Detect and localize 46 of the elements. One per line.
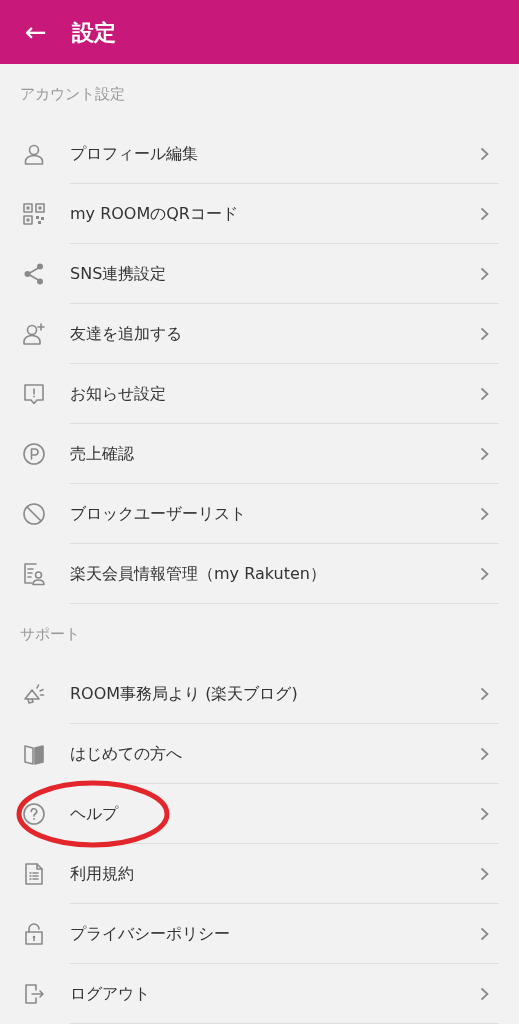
block-icon — [22, 502, 46, 526]
chevron-icon — [480, 206, 489, 221]
menu-item[interactable]: SNS連携設定 — [70, 261, 167, 286]
chevron-icon — [480, 986, 489, 1001]
lock-icon — [22, 922, 46, 946]
chevron-icon — [480, 746, 489, 761]
qr-code-icon — [22, 202, 46, 226]
document-icon — [22, 862, 46, 886]
chevron-icon — [480, 446, 489, 461]
menu-item[interactable]: ヘルプ — [70, 801, 118, 826]
section-header: サポート — [20, 623, 80, 645]
chevron-icon — [480, 806, 489, 821]
member-info-icon — [22, 562, 46, 586]
chevron-icon — [480, 566, 489, 581]
menu-item[interactable]: 利用規約 — [70, 861, 134, 886]
points-icon — [22, 442, 46, 466]
chevron-icon — [480, 146, 489, 161]
chevron-icon — [480, 506, 489, 521]
megaphone-icon — [22, 682, 46, 706]
menu-item[interactable]: 楽天会員情報管理（my Rakuten） — [70, 561, 326, 586]
menu-item[interactable]: my ROOMのQRコード — [70, 201, 238, 226]
chevron-icon — [480, 686, 489, 701]
menu-item[interactable]: プライバシーポリシー — [70, 921, 230, 946]
section-header: アカウント設定 — [20, 83, 125, 105]
add-person-icon — [22, 322, 46, 346]
page-title: 設定 — [72, 18, 116, 47]
menu-item[interactable]: 売上確認 — [70, 441, 134, 466]
notification-icon — [22, 382, 46, 406]
chevron-icon — [480, 386, 489, 401]
chevron-icon — [480, 326, 489, 341]
person-icon — [22, 142, 46, 166]
chevron-icon — [480, 266, 489, 281]
book-icon — [22, 742, 46, 766]
menu-item[interactable]: お知らせ設定 — [70, 381, 166, 406]
menu-item[interactable]: ROOM事務局より (楽天ブログ) — [70, 681, 298, 706]
back-button[interactable]: ← — [0, 19, 72, 45]
menu-item[interactable]: はじめての方へ — [70, 741, 182, 766]
chevron-icon — [480, 866, 489, 881]
help-icon — [22, 802, 46, 826]
menu-item[interactable]: ログアウト — [70, 981, 150, 1006]
chevron-icon — [480, 926, 489, 941]
menu-item[interactable]: ブロックユーザーリスト — [70, 501, 246, 526]
logout-icon — [22, 982, 46, 1006]
menu-item[interactable]: プロフィール編集 — [70, 141, 198, 166]
menu-item[interactable]: 友達を追加する — [70, 321, 182, 346]
share-icon — [22, 262, 46, 286]
